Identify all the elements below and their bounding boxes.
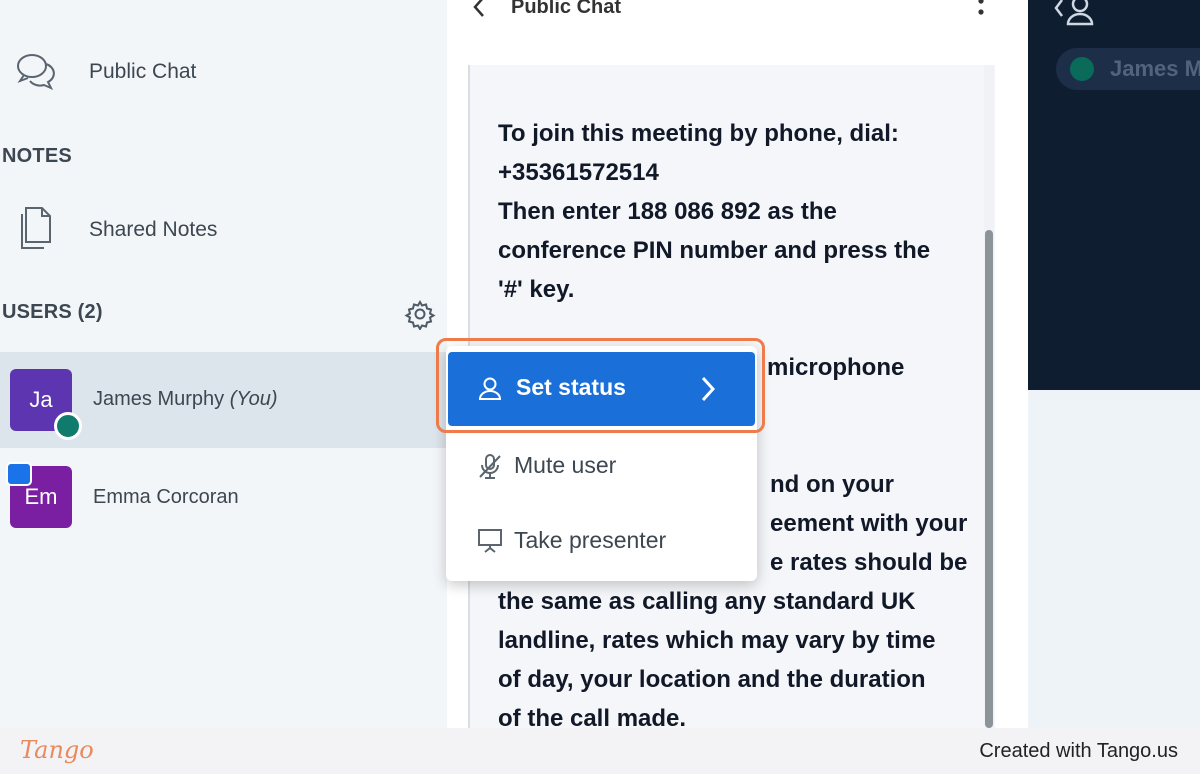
- mute-user-menu-item[interactable]: Mute user: [446, 430, 757, 502]
- user-you-suffix: (You): [229, 388, 278, 410]
- talking-indicator: James M: [1056, 48, 1200, 90]
- user-name-text: James Murphy: [93, 388, 225, 410]
- avatar-initials: Em: [24, 484, 58, 509]
- talking-indicator-name: James M: [1110, 56, 1200, 81]
- presentation-icon: [476, 526, 504, 554]
- microphone-off-icon: [476, 452, 504, 480]
- sidebar-item-label: Shared Notes: [89, 218, 218, 241]
- chat-message: To join this meeting by phone, dial: +35…: [498, 114, 968, 309]
- chat-bubbles-icon: [12, 48, 60, 96]
- presentation-background: [1028, 390, 1200, 728]
- chat-message-line: nd on your: [770, 471, 894, 498]
- user-name: James Murphy (You): [93, 388, 278, 411]
- chat-message-line: To join this meeting by phone, dial:: [498, 120, 899, 147]
- presentation-area: James M: [1028, 0, 1200, 390]
- chat-message-line: the same as calling any standard UK: [498, 588, 916, 615]
- notes-section-title: NOTES: [2, 145, 72, 167]
- microphone-status-icon: [54, 412, 82, 440]
- user-name-text: Emma Corcoran: [93, 486, 239, 508]
- user-name: Emma Corcoran: [93, 486, 239, 509]
- menu-item-label: Mute user: [514, 452, 617, 478]
- chat-message-line: conference PIN number and press the: [498, 237, 931, 264]
- presenter-icon: [6, 462, 32, 486]
- chat-message-line: of day, your location and the duration: [498, 666, 926, 693]
- sidebar-item-label: Public Chat: [89, 60, 197, 83]
- chevron-left-icon[interactable]: [467, 0, 491, 19]
- chat-message: the same as calling any standard UK land…: [498, 582, 968, 738]
- user-list-item[interactable]: Em Emma Corcoran: [0, 448, 447, 544]
- chat-message-line: microphone: [767, 354, 905, 381]
- sidebar-item-shared-notes[interactable]: Shared Notes: [0, 204, 447, 256]
- chat-message-line: landline, rates which may vary by time: [498, 627, 936, 654]
- tango-footer: Tango Created with Tango.us: [0, 728, 1200, 774]
- footer-credit: Created with Tango.us: [979, 740, 1178, 762]
- sidebar-item-public-chat[interactable]: Public Chat: [0, 48, 447, 96]
- chat-message-line: +35361572514: [498, 159, 659, 186]
- user-list-panel: Public Chat NOTES Shared Notes USERS (2)…: [0, 0, 447, 728]
- avatar-initials: Ja: [29, 387, 53, 412]
- chat-message-line: eement with your: [770, 510, 968, 537]
- user-list-item[interactable]: Ja James Murphy (You): [0, 352, 447, 448]
- tango-logo: Tango: [20, 736, 94, 764]
- gear-icon[interactable]: [404, 298, 436, 332]
- take-presenter-menu-item[interactable]: Take presenter: [446, 504, 757, 576]
- chat-title: Public Chat: [511, 0, 622, 18]
- chat-header: Public Chat: [467, 0, 621, 22]
- document-icon: [12, 204, 60, 252]
- talking-indicator-dot: [1070, 57, 1094, 81]
- menu-item-label: Take presenter: [514, 527, 667, 553]
- step-highlight-ring: [436, 338, 765, 433]
- chat-message-line: e rates should be: [770, 549, 968, 576]
- user-list-toggle-icon[interactable]: [1052, 0, 1100, 28]
- more-options-icon[interactable]: [971, 0, 991, 24]
- users-section-title: USERS (2): [2, 301, 103, 323]
- chat-message-line: Then enter 188 086 892 as the: [498, 198, 837, 225]
- chat-message-line: '#' key.: [498, 276, 575, 303]
